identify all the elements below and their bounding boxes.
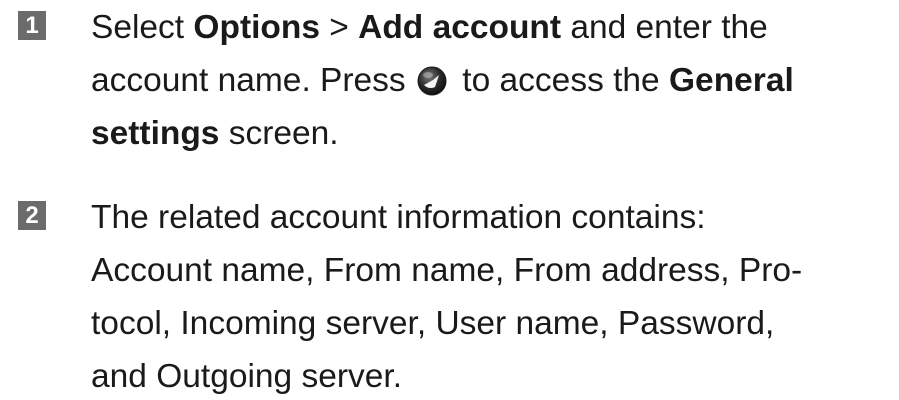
text-segment: >: [319, 9, 359, 46]
settings-label: settings: [91, 115, 220, 152]
step-1-line-3: settings screen.: [91, 111, 891, 157]
step-number-badge: 2: [18, 201, 46, 230]
text-segment: account name. Press: [91, 62, 415, 99]
step-2-line-2: Account name, From name, From address, P…: [91, 252, 803, 289]
step-number-badge: 1: [18, 11, 46, 40]
add-account-menu-label: Add account: [358, 9, 562, 46]
step-2-line-1: The related account information contains…: [91, 199, 706, 236]
step-2-line-4: and Outgoing server.: [91, 358, 403, 395]
step-1-line-1: Select Options > Add account and enter t…: [91, 5, 891, 51]
step-2-text: The related account information contains…: [91, 195, 891, 400]
options-menu-label: Options: [193, 9, 320, 46]
text-segment: screen.: [219, 115, 339, 152]
text-segment: Select: [91, 9, 194, 46]
step-2-line-3: tocol, Incoming server, User name, Passw…: [91, 305, 775, 342]
text-segment: to access the: [453, 62, 669, 99]
nav-key-icon: [417, 66, 447, 96]
step-1-text: Select Options > Add account and enter t…: [91, 5, 891, 157]
general-label: General: [669, 62, 794, 99]
step-1-line-2: account name. Press to access the Genera…: [91, 58, 891, 104]
text-segment: and enter the: [561, 9, 768, 46]
